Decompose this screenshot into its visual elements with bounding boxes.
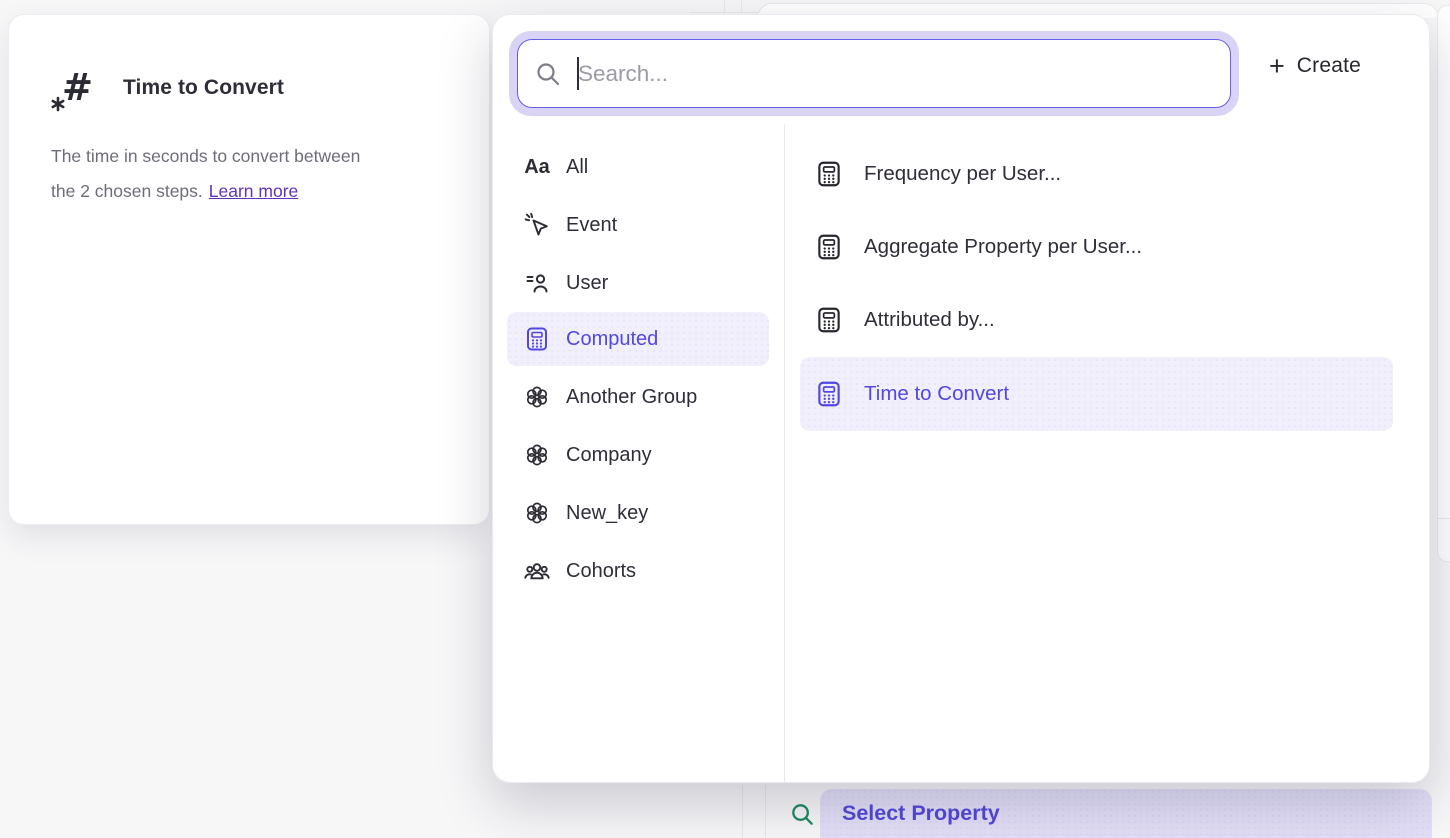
screen: # Time to Convert The time in seconds to…: [0, 0, 1450, 838]
card-description: The time in seconds to convert between t…: [51, 139, 451, 209]
calculator-icon: [523, 325, 551, 353]
category-all[interactable]: Aa All: [507, 142, 769, 192]
calculator-icon: [814, 159, 844, 189]
result-label: Aggregate Property per User...: [864, 235, 1142, 259]
numeric-property-icon: #: [49, 63, 95, 113]
select-property-label: Select Property: [842, 801, 1000, 826]
learn-more-link[interactable]: Learn more: [209, 181, 299, 201]
background-divider: [741, 0, 742, 12]
search-focus-ring: [509, 31, 1239, 116]
background-panel-edge: [1437, 5, 1450, 562]
group-icon: [523, 383, 551, 411]
category-computed[interactable]: Computed: [507, 312, 769, 366]
category-label: User: [566, 272, 608, 295]
category-new-key[interactable]: New_key: [507, 488, 769, 538]
user-icon: [523, 269, 551, 297]
background-divider: [742, 785, 743, 838]
description-line: The time in seconds to convert between: [51, 146, 360, 166]
background-divider: [724, 0, 725, 12]
create-button-label: Create: [1297, 54, 1361, 78]
result-label: Frequency per User...: [864, 162, 1061, 186]
plus-icon: +: [1269, 53, 1285, 80]
search-input[interactable]: [576, 53, 1230, 95]
category-company[interactable]: Company: [507, 430, 769, 480]
create-button[interactable]: + Create: [1259, 43, 1371, 89]
svg-text:#: #: [62, 66, 93, 109]
text-format-icon: Aa: [523, 153, 551, 181]
background-divider: [1438, 518, 1450, 519]
cohorts-icon: [523, 557, 551, 585]
category-label: All: [566, 156, 588, 179]
category-label: Computed: [566, 328, 658, 351]
result-label: Attributed by...: [864, 308, 995, 332]
calculator-icon: [814, 232, 844, 262]
category-label: New_key: [566, 502, 648, 525]
category-cohorts[interactable]: Cohorts: [507, 546, 769, 596]
card-header: # Time to Convert: [49, 63, 284, 113]
result-time-to-convert[interactable]: Time to Convert: [800, 357, 1393, 431]
result-frequency-per-user[interactable]: Frequency per User...: [800, 138, 1393, 210]
category-another-group[interactable]: Another Group: [507, 372, 769, 422]
calculator-icon: [814, 379, 844, 409]
background-divider: [765, 785, 766, 838]
search-icon: [534, 60, 562, 88]
group-icon: [523, 441, 551, 469]
select-property-pill[interactable]: Select Property: [820, 789, 1432, 838]
page-title: Time to Convert: [123, 76, 284, 100]
calculator-icon: [814, 305, 844, 335]
result-attributed-by[interactable]: Attributed by...: [800, 284, 1393, 356]
group-icon: [523, 499, 551, 527]
property-info-card: # Time to Convert The time in seconds to…: [8, 14, 490, 525]
category-label: Cohorts: [566, 560, 636, 583]
category-user[interactable]: User: [507, 258, 769, 308]
category-label: Event: [566, 214, 617, 237]
category-label: Another Group: [566, 386, 697, 409]
category-label: Company: [566, 444, 652, 467]
category-event[interactable]: Event: [507, 200, 769, 250]
property-picker-dropdown: + Create Aa All Event: [492, 14, 1430, 783]
result-label: Time to Convert: [864, 382, 1009, 406]
cursor-click-icon: [523, 211, 551, 239]
search-bar[interactable]: [517, 39, 1231, 108]
background-divider: [690, 12, 758, 13]
text-cursor: [577, 57, 579, 90]
select-property-control[interactable]: Select Property: [780, 785, 1440, 838]
select-property-search-icon: [789, 801, 816, 828]
description-line: the 2 chosen steps.: [51, 181, 203, 201]
result-aggregate-property-per-user[interactable]: Aggregate Property per User...: [800, 211, 1393, 283]
sidebar-divider: [784, 124, 785, 783]
